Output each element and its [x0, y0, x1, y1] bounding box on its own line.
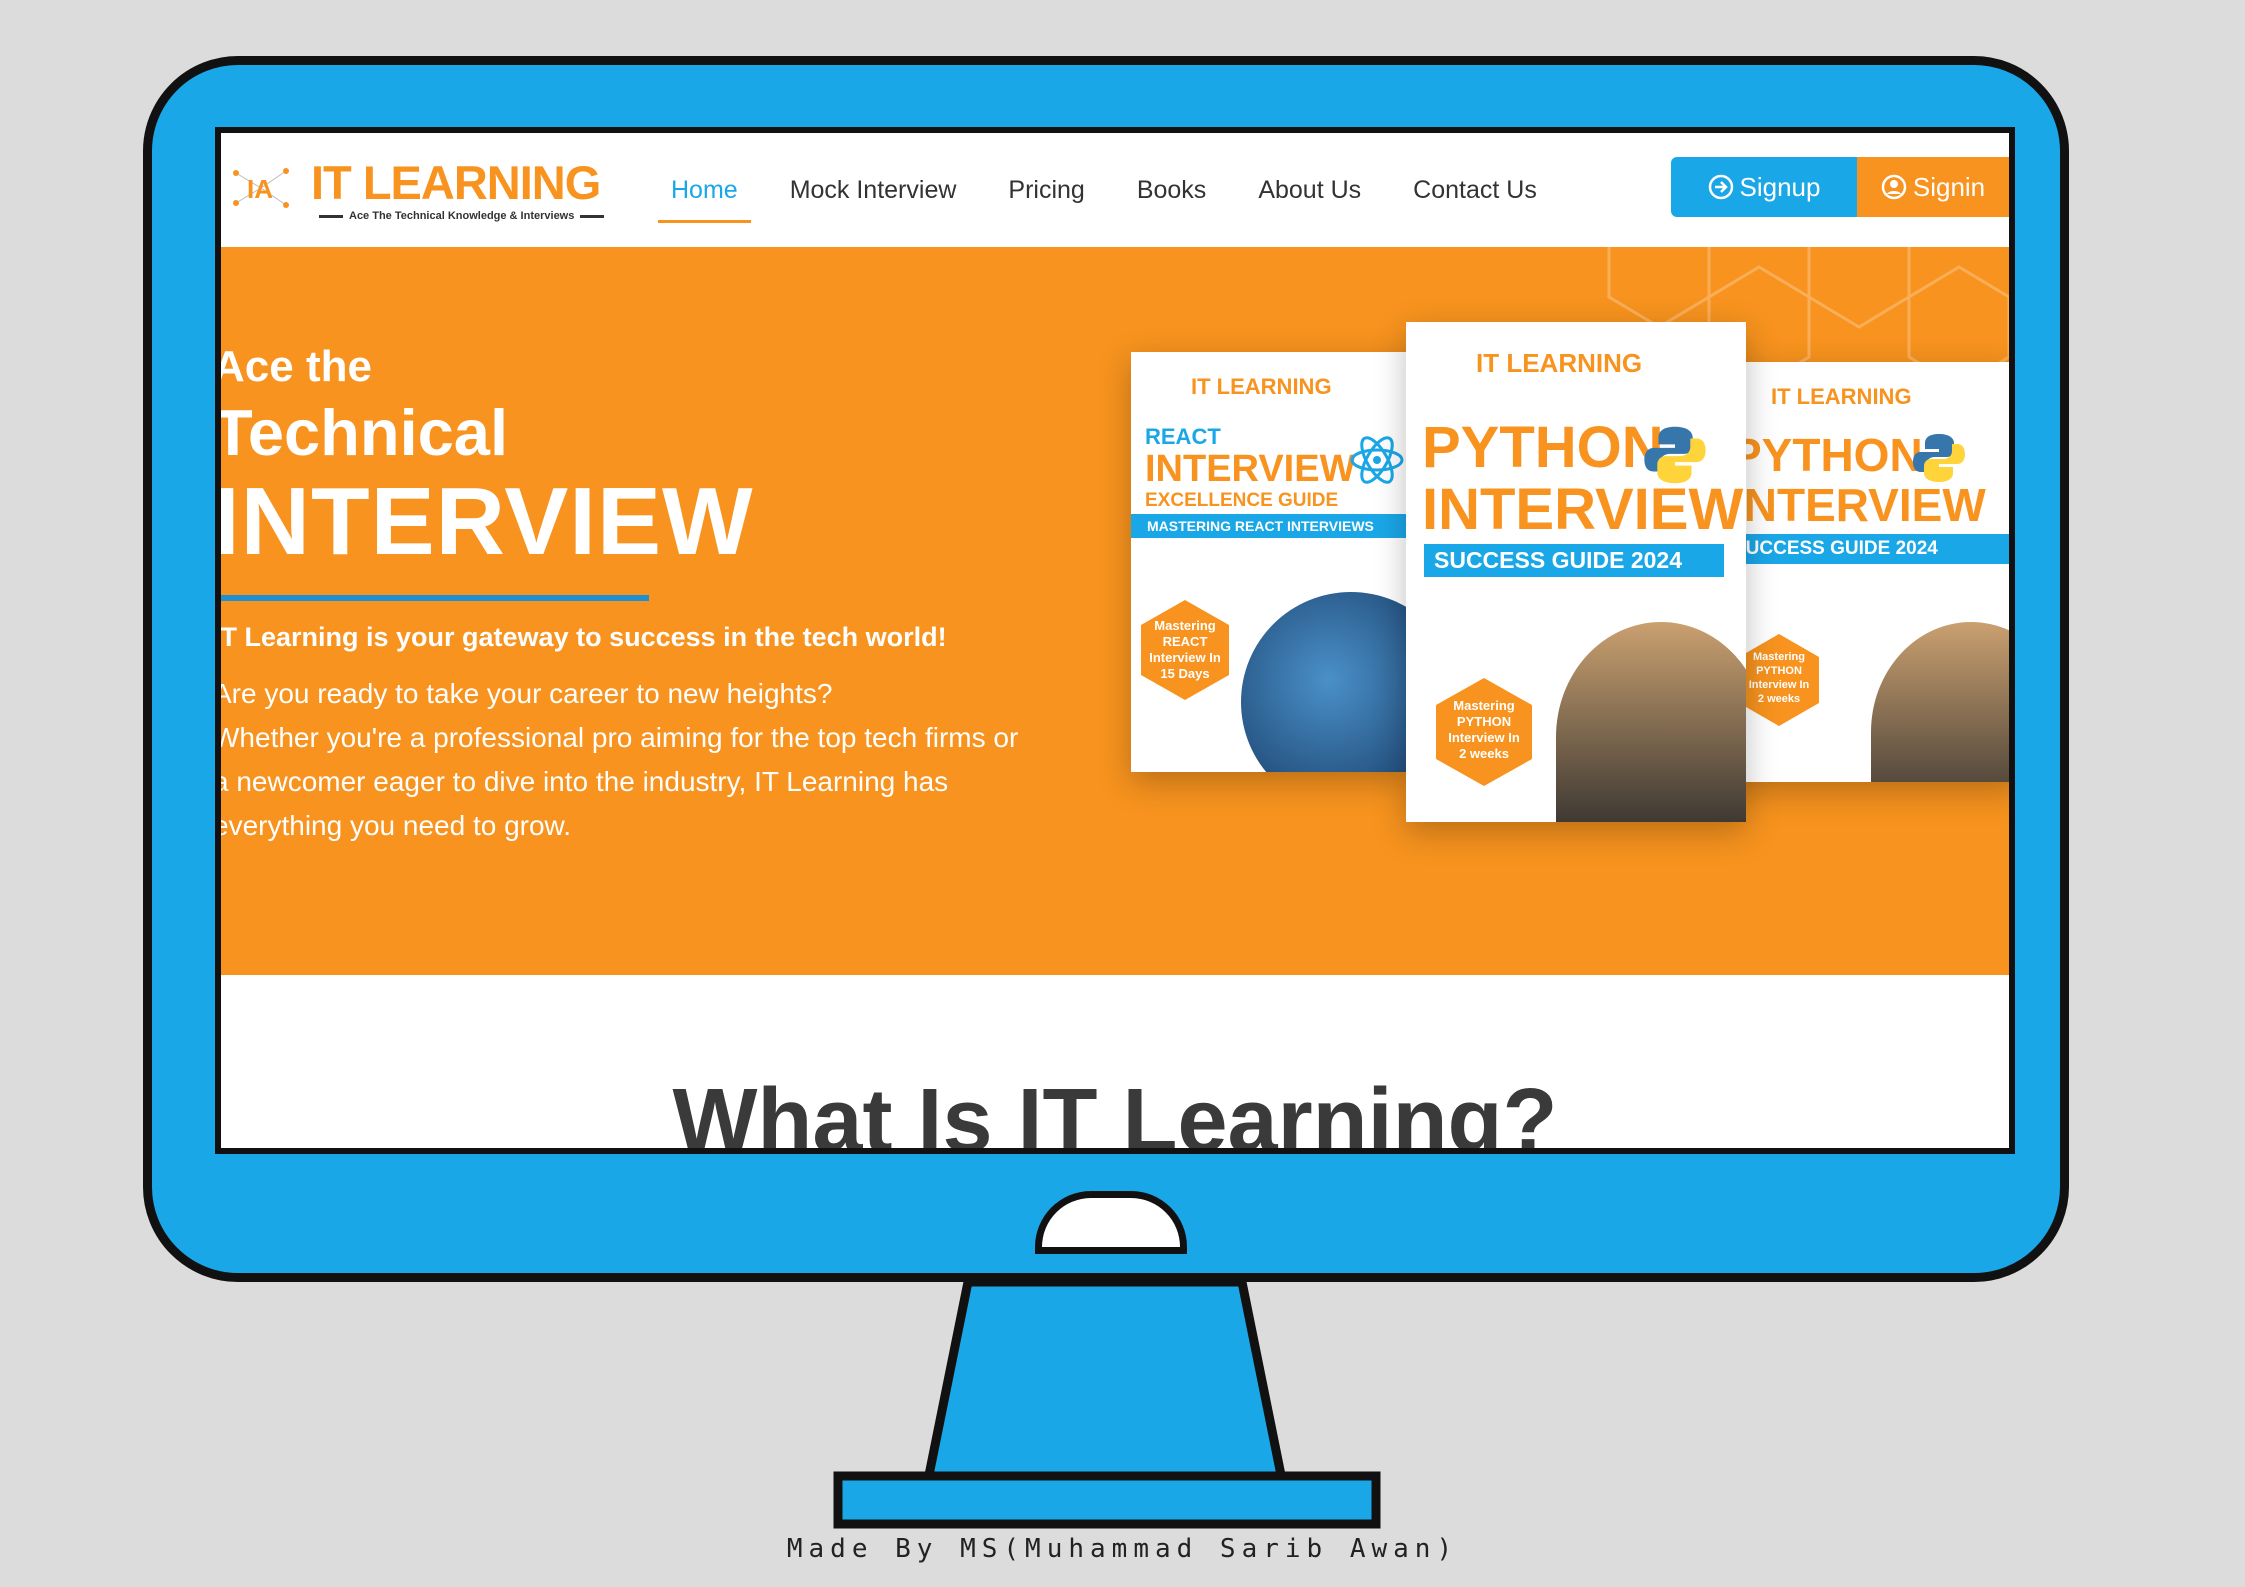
- book-band: SUCCESS GUIDE 2024: [1424, 544, 1724, 577]
- book-illustration: [1241, 592, 1411, 772]
- nav-home[interactable]: Home: [658, 133, 751, 247]
- book-python-2[interactable]: IT LEARNING PYTHON INTERVIEW SUCCESS GUI…: [1721, 362, 2009, 782]
- signup-button[interactable]: Signup: [1671, 157, 1857, 217]
- user-icon: [1881, 174, 1907, 200]
- book-badge: Mastering PYTHON Interview In 2 weeks: [1436, 678, 1532, 786]
- python-icon: [1913, 434, 1965, 482]
- book-title-2: INTERVIEW: [1145, 448, 1356, 490]
- monitor: IA IT LEARNING Ace The Technical Knowled…: [143, 56, 2069, 1282]
- hero-body-line: Whether you're a professional pro aiming…: [221, 722, 1019, 753]
- hero-line-1: Ace the: [221, 342, 372, 391]
- logo-icon: IA: [233, 168, 289, 208]
- book-react[interactable]: IT LEARNING REACT INTERVIEW EXCELLENCE G…: [1131, 352, 1411, 772]
- hero-line-3: INTERVIEW: [221, 468, 754, 575]
- main-menu: Home Mock Interview Pricing Books About …: [658, 133, 1589, 247]
- logo-tagline: Ace The Technical Knowledge & Interviews: [313, 210, 610, 222]
- section-title: What Is IT Learning?: [672, 1071, 1558, 1154]
- nav-pricing[interactable]: Pricing: [1008, 133, 1084, 247]
- book-illustration: [1556, 622, 1746, 822]
- hero-section: Ace the Technical INTERVIEW IT Learning …: [221, 247, 2009, 975]
- nav-mock-interview[interactable]: Mock Interview: [790, 133, 957, 247]
- site-navbar: IA IT LEARNING Ace The Technical Knowled…: [221, 133, 2009, 247]
- hero-body: Are you ready to take your career to new…: [221, 672, 1083, 848]
- book-brand: IT LEARNING: [1476, 348, 1643, 378]
- book-title-2: INTERVIEW: [1731, 479, 1986, 531]
- signup-icon: [1708, 174, 1733, 200]
- book-title-1: PYTHON: [1422, 415, 1664, 480]
- hero-divider: [221, 595, 649, 601]
- signin-button[interactable]: Signin: [1857, 157, 2009, 217]
- react-icon: [1350, 436, 1404, 484]
- nav-contact-us[interactable]: Contact Us: [1413, 133, 1537, 247]
- book-title-1: REACT: [1145, 424, 1221, 449]
- svg-text:IA: IA: [247, 174, 273, 204]
- monitor-camera: [1035, 1191, 1187, 1254]
- hero-lead: IT Learning is your gateway to success i…: [221, 622, 947, 652]
- hero-body-line: Are you ready to take your career to new…: [221, 678, 833, 709]
- book-badge: Mastering PYTHON Interview In 2 weeks: [1739, 634, 1819, 726]
- about-section: What Is IT Learning?: [221, 975, 2009, 1154]
- book-brand: IT LEARNING: [1191, 374, 1332, 399]
- book-badge: Mastering REACT Interview In 15 Days: [1141, 600, 1229, 700]
- book-brand: IT LEARNING: [1771, 384, 1912, 409]
- book-illustration: [1871, 622, 2009, 782]
- book-title-1: PYTHON: [1731, 429, 1923, 481]
- signup-label: Signup: [1739, 171, 1821, 202]
- python-icon: [1644, 426, 1706, 484]
- book-band: MASTERING REACT INTERVIEWS: [1131, 514, 1411, 538]
- hero-body-line: everything you need to grow.: [221, 810, 572, 841]
- book-band: SUCCESS GUIDE 2024: [1721, 534, 2009, 564]
- screen: IA IT LEARNING Ace The Technical Knowled…: [215, 127, 2015, 1154]
- hero-line-2: Technical: [221, 396, 509, 469]
- book-python-1[interactable]: IT LEARNING PYTHON INTERVIEW SUCCESS GUI…: [1406, 322, 1746, 822]
- book-title-3: EXCELLENCE GUIDE: [1145, 490, 1339, 511]
- credit-text: Made By MS(Muhammad Sarib Awan): [786, 1534, 1459, 1564]
- site-logo[interactable]: IA IT LEARNING Ace The Technical Knowled…: [231, 155, 601, 225]
- nav-about-us[interactable]: About Us: [1258, 133, 1361, 247]
- signin-label: Signin: [1912, 171, 1986, 202]
- nav-books[interactable]: Books: [1137, 133, 1206, 247]
- logo-text: IT LEARNING: [311, 156, 601, 209]
- book-covers: IT LEARNING REACT INTERVIEW EXCELLENCE G…: [1131, 322, 2009, 902]
- hero-body-line: a newcomer eager to dive into the indust…: [221, 766, 949, 797]
